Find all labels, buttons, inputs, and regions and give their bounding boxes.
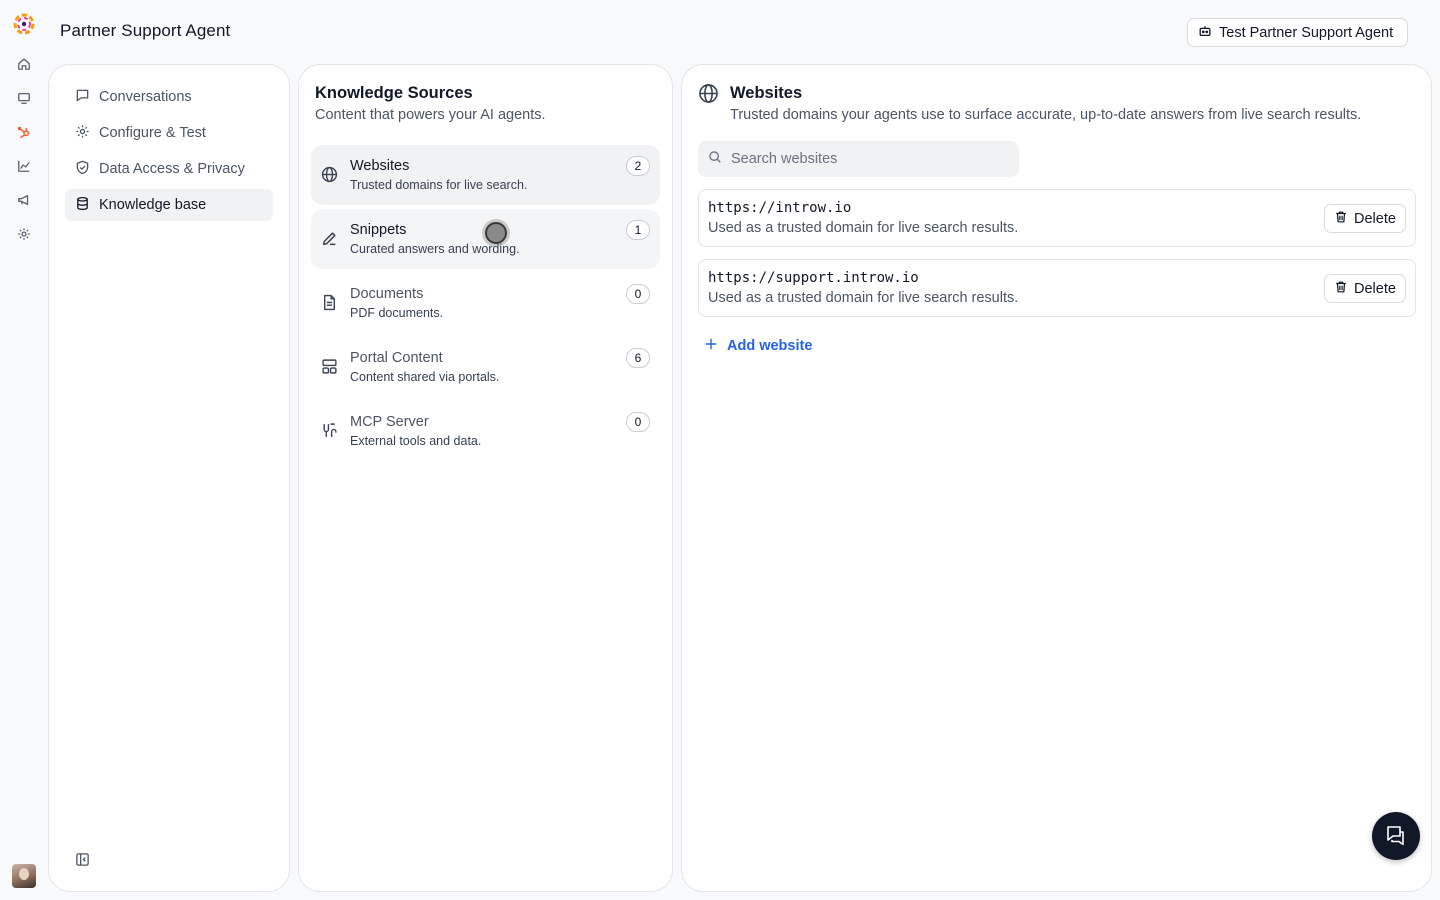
hubspot-icon[interactable] [16, 124, 32, 140]
document-icon [321, 294, 338, 311]
delete-website-button[interactable]: Delete [1324, 204, 1406, 233]
trash-icon [1334, 280, 1348, 298]
nav-item-data-access-privacy[interactable]: Data Access & Privacy [65, 153, 273, 185]
source-count-badge: 6 [626, 348, 650, 368]
delete-button-label: Delete [1354, 210, 1396, 227]
website-url: https://introw.io [708, 200, 852, 216]
gear-icon[interactable] [16, 226, 32, 242]
source-name: Websites [350, 158, 410, 174]
chat-launcher-button[interactable] [1372, 812, 1420, 860]
source-count-badge: 2 [626, 156, 650, 176]
nav-item-configure-test[interactable]: Configure & Test [65, 117, 273, 149]
search-icon [708, 150, 722, 169]
nav-item-label: Configure & Test [99, 125, 206, 141]
website-row: https://introw.io Used as a trusted doma… [698, 189, 1416, 247]
sidebar-collapse-icon[interactable] [75, 852, 90, 867]
plus-icon [704, 337, 718, 355]
website-row: https://support.introw.io Used as a trus… [698, 259, 1416, 317]
icon-rail [0, 0, 48, 900]
source-name: Snippets [350, 222, 407, 238]
nav-item-knowledge-base[interactable]: Knowledge base [65, 189, 273, 221]
website-description: Used as a trusted domain for live search… [708, 290, 1019, 306]
plug-icon [321, 422, 338, 439]
agent-nav-panel: Conversations Configure & Test Data Acce… [48, 64, 290, 892]
source-name: Documents [350, 286, 424, 302]
source-description: Content shared via portals. [350, 370, 500, 384]
source-count-badge: 0 [626, 284, 650, 304]
search-box [698, 141, 1019, 177]
nav-item-label: Data Access & Privacy [99, 161, 245, 177]
layout-icon [321, 358, 338, 375]
source-description: Trusted domains for live search. [350, 178, 528, 192]
source-item-mcp-server[interactable]: MCP Server External tools and data. 0 [311, 401, 660, 461]
chart-icon[interactable] [16, 158, 32, 174]
source-item-websites[interactable]: Websites Trusted domains for live search… [311, 145, 660, 205]
mouse-cursor-indicator [482, 219, 510, 247]
knowledge-sources-title: Knowledge Sources [315, 84, 473, 102]
user-avatar[interactable] [12, 864, 36, 888]
test-agent-button-label: Test Partner Support Agent [1219, 24, 1394, 41]
app-logo-icon[interactable] [12, 12, 36, 36]
trash-icon [1334, 210, 1348, 228]
nav-item-label: Knowledge base [99, 197, 207, 213]
delete-button-label: Delete [1354, 280, 1396, 297]
gear-icon [75, 124, 90, 143]
websites-title: Websites [730, 84, 803, 102]
chat-icon [1385, 823, 1407, 850]
nav-item-conversations[interactable]: Conversations [65, 81, 273, 113]
knowledge-sources-panel: Knowledge Sources Content that powers yo… [298, 64, 673, 892]
megaphone-icon[interactable] [16, 192, 32, 208]
source-description: External tools and data. [350, 434, 482, 448]
robot-icon [1198, 24, 1212, 42]
source-description: PDF documents. [350, 306, 444, 320]
add-website-label: Add website [727, 338, 813, 354]
delete-website-button[interactable]: Delete [1324, 274, 1406, 303]
websites-subtitle: Trusted domains your agents use to surfa… [730, 107, 1362, 123]
source-item-documents[interactable]: Documents PDF documents. 0 [311, 273, 660, 333]
globe-icon [321, 166, 338, 183]
source-item-snippets[interactable]: Snippets Curated answers and wording. 1 [311, 209, 660, 269]
shield-icon [75, 160, 90, 179]
nav-item-label: Conversations [99, 89, 192, 105]
add-website-button[interactable]: Add website [704, 337, 812, 355]
source-item-portal-content[interactable]: Portal Content Content shared via portal… [311, 337, 660, 397]
source-name: MCP Server [350, 414, 429, 430]
home-icon[interactable] [16, 56, 32, 72]
websites-panel: Websites Trusted domains your agents use… [681, 64, 1432, 892]
knowledge-sources-subtitle: Content that powers your AI agents. [315, 107, 546, 123]
website-description: Used as a trusted domain for live search… [708, 220, 1019, 236]
search-websites-input[interactable] [731, 151, 1001, 167]
page-title: Partner Support Agent [60, 21, 231, 40]
globe-icon [698, 83, 719, 104]
monitor-icon[interactable] [16, 90, 32, 106]
source-count-badge: 0 [626, 412, 650, 432]
database-icon [75, 196, 90, 215]
source-name: Portal Content [350, 350, 443, 366]
source-count-badge: 1 [626, 220, 650, 240]
chat-bubble-icon [75, 88, 90, 107]
test-agent-button[interactable]: Test Partner Support Agent [1187, 18, 1408, 47]
website-url: https://support.introw.io [708, 270, 919, 286]
pencil-icon [321, 230, 338, 247]
